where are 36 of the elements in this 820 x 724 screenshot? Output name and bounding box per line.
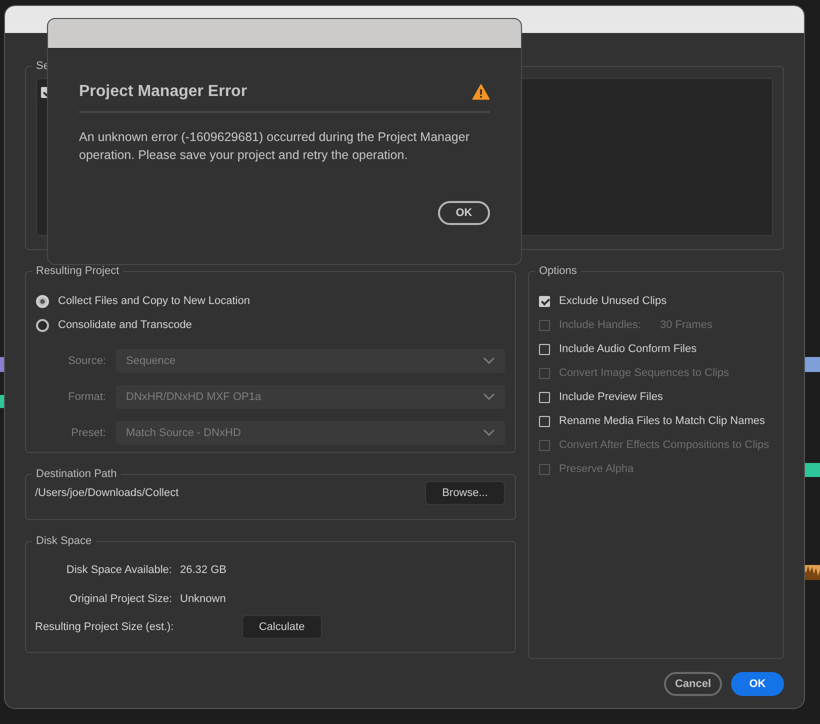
field-value: 26.32 GB bbox=[180, 564, 226, 576]
field-value: Unknown bbox=[180, 592, 226, 604]
waveform-clip bbox=[804, 565, 820, 580]
checkbox-label[interactable]: Include Audio Conform Files bbox=[559, 343, 697, 355]
field-label: Format: bbox=[67, 391, 106, 403]
chevron-down-icon bbox=[483, 429, 495, 437]
chevron-down-icon bbox=[483, 357, 495, 365]
warning-icon bbox=[472, 84, 490, 100]
field-label: Preset: bbox=[70, 427, 106, 439]
field-label: Disk Space Available: bbox=[65, 564, 172, 576]
checkbox-label[interactable]: Exclude Unused Clips bbox=[559, 295, 667, 307]
browse-button[interactable]: Browse... bbox=[425, 481, 505, 505]
field-label: Resulting Project Size (est.): bbox=[35, 621, 174, 633]
path-text: /Users/joe/Downloads/Collect bbox=[35, 487, 179, 499]
error-message: An unknown error (-1609629681) occurred during the Project Manager operation. Please save your project and retry the operation. bbox=[79, 129, 471, 164]
radio-button[interactable] bbox=[36, 294, 49, 308]
radio-label[interactable]: Consolidate and Transcode bbox=[58, 319, 192, 331]
ok-button[interactable]: OK bbox=[438, 201, 490, 225]
section-label: Options bbox=[538, 265, 578, 277]
calculate-button[interactable]: Calculate bbox=[242, 615, 322, 639]
section-label: Disk Space bbox=[35, 535, 93, 547]
cancel-button[interactable]: Cancel bbox=[664, 672, 722, 696]
radio-label[interactable]: Collect Files and Copy to New Location bbox=[58, 295, 250, 307]
checkbox-label[interactable]: Include Preview Files bbox=[559, 391, 663, 403]
field-label: Original Project Size: bbox=[68, 592, 172, 604]
dialog-title: Project Manager Error bbox=[79, 83, 248, 101]
timeline-clip bbox=[804, 357, 820, 372]
field-value: 30 Frames bbox=[660, 319, 713, 331]
timeline-clip bbox=[804, 463, 820, 477]
field-label: Source: bbox=[67, 355, 106, 367]
section-label: Resulting Project bbox=[35, 265, 120, 277]
section-label: Destination Path bbox=[35, 468, 118, 480]
chevron-down-icon bbox=[483, 393, 495, 401]
radio-button[interactable] bbox=[36, 318, 49, 332]
ok-button[interactable]: OK bbox=[731, 672, 784, 696]
checkbox-label[interactable]: Rename Media Files to Match Clip Names bbox=[559, 415, 766, 427]
